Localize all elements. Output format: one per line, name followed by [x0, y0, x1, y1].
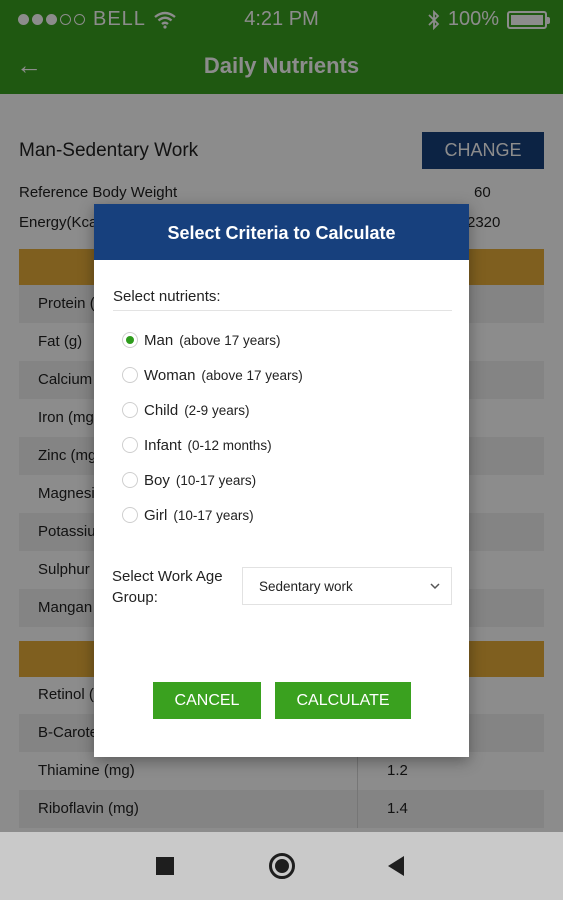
- radio-label: Child: [144, 401, 179, 419]
- radio-button-icon[interactable]: [122, 507, 138, 523]
- system-nav-bar: [0, 832, 563, 900]
- radio-detail: (10-17 years): [175, 472, 257, 488]
- calculate-button[interactable]: CALCULATE: [275, 682, 411, 719]
- radio-detail: (above 17 years): [179, 332, 281, 348]
- work-group-value: Sedentary work: [259, 579, 353, 594]
- cancel-button[interactable]: CANCEL: [153, 682, 261, 719]
- radio-button-icon[interactable]: [122, 402, 138, 418]
- radio-label: Girl: [144, 506, 168, 524]
- radio-button-icon[interactable]: [122, 332, 138, 348]
- radio-button-icon[interactable]: [122, 472, 138, 488]
- radio-option-child[interactable]: Child (2-9 years): [122, 397, 249, 423]
- criteria-dialog: Select Criteria to Calculate Select nutr…: [94, 204, 469, 757]
- work-group-label: Select Work Age Group:: [112, 568, 223, 606]
- radio-detail: (above 17 years): [201, 367, 303, 383]
- radio-option-girl[interactable]: Girl (10-17 years): [122, 502, 254, 528]
- radio-detail: (10-17 years): [173, 507, 254, 523]
- dialog-title: Select Criteria to Calculate: [94, 204, 469, 260]
- chevron-down-icon: [430, 583, 440, 590]
- radio-button-icon[interactable]: [122, 437, 138, 453]
- radio-option-woman[interactable]: Woman (above 17 years): [122, 362, 303, 388]
- radio-button-icon[interactable]: [122, 367, 138, 383]
- radio-label: Man: [144, 331, 174, 349]
- radio-option-boy[interactable]: Boy (10-17 years): [122, 467, 256, 493]
- radio-option-man[interactable]: Man (above 17 years): [122, 327, 281, 353]
- recent-apps-icon[interactable]: [156, 857, 174, 875]
- radio-detail: (2-9 years): [184, 402, 250, 418]
- back-icon[interactable]: [388, 856, 404, 876]
- divider: [113, 310, 452, 311]
- radio-label: Woman: [144, 366, 196, 384]
- radio-detail: (0-12 months): [187, 437, 272, 453]
- dialog-subtitle: Select nutrients:: [113, 288, 221, 305]
- radio-label: Boy: [144, 471, 170, 489]
- home-icon[interactable]: [269, 853, 295, 879]
- radio-label: Infant: [144, 436, 182, 454]
- radio-option-infant[interactable]: Infant (0-12 months): [122, 432, 272, 458]
- work-group-select[interactable]: Sedentary work: [242, 567, 452, 605]
